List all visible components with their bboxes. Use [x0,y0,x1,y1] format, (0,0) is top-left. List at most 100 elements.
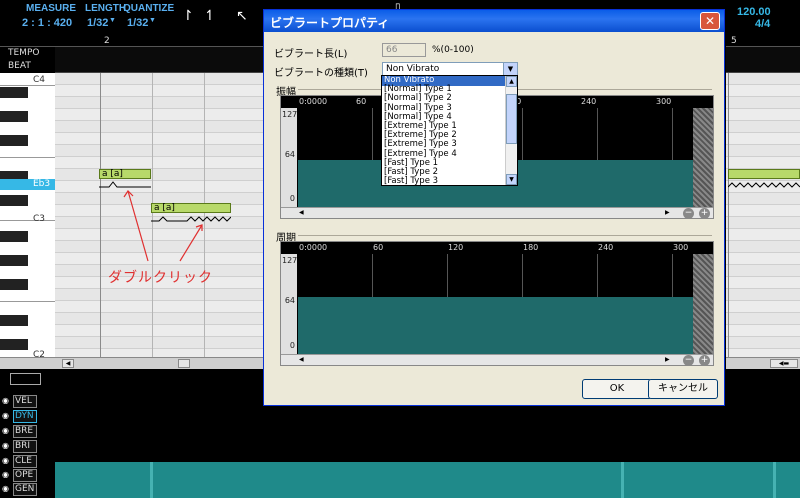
black-key[interactable] [0,135,28,146]
length-label: LENGTH [85,3,127,14]
control-item-ope[interactable]: ◉ OPE [2,469,52,483]
control-item-gen[interactable]: ◉ GEN [2,483,52,497]
scroll-up-icon[interactable]: ▲ [506,76,517,87]
black-key[interactable] [0,111,28,122]
pencil-tool-icon[interactable]: ↾ [182,8,194,24]
arrow-tool-icon[interactable]: ↖ [236,8,248,24]
eye-icon[interactable]: ◉ [2,427,11,435]
eye-icon[interactable]: ◉ [2,412,11,420]
key-label-c2: C2 [33,350,46,357]
dialog-titlebar[interactable]: ビブラートプロパティ ✕ [264,10,724,32]
black-key[interactable] [0,279,28,290]
quantize-dropdown[interactable]: 1/32 [127,17,148,29]
black-key[interactable] [0,195,28,206]
scroll-right-icon[interactable]: ▶ [665,356,670,363]
tempo-value: 120.00 [737,6,771,18]
control-label[interactable]: CLE [13,455,37,468]
vibrato-length-input[interactable]: 66 [382,43,426,57]
curve-marker [150,462,153,498]
eye-icon[interactable]: ◉ [2,397,11,405]
control-item-cle[interactable]: ◉ CLE [2,455,52,469]
graph-tick: 120 [448,243,464,252]
control-item-bre[interactable]: ◉ BRE [2,425,52,439]
chevron-down-icon[interactable]: ▼ [109,17,116,24]
control-label[interactable]: DYN [13,410,37,423]
graph-limit-area [693,108,713,207]
dropdown-scrollbar[interactable]: ▲ ▼ [505,76,517,185]
key-divider [0,157,55,158]
vibrato-properties-dialog: ビブラートプロパティ ✕ ビブラート長(L) 66 %(0-100) ビブラート… [263,9,725,406]
key-eb3-highlight[interactable]: Eb3 [0,179,55,190]
bar-number: 2 [104,36,110,46]
zoom-out-icon[interactable]: − [683,355,694,366]
graph-tick: 300 [656,97,672,106]
curve-marker [773,462,776,498]
scroll-left-icon[interactable]: ◀ [299,209,304,216]
eye-icon[interactable]: ◉ [2,457,11,465]
y-label: 0 [282,341,296,350]
black-key[interactable] [0,231,28,242]
dynamics-curve[interactable] [55,462,800,498]
control-item-bri[interactable]: ◉ BRI [2,440,52,454]
control-label[interactable]: BRI [13,440,37,453]
control-item-vel[interactable]: ◉ VEL [2,395,52,409]
ok-button[interactable]: OK [582,379,652,399]
scroll-right-icon[interactable]: ▶ [665,209,670,216]
key-divider [0,220,55,221]
graph-scrollbar[interactable]: ◀ ▶ − + [281,207,713,219]
graph-tick: 60 [373,243,384,252]
eye-icon[interactable]: ◉ [2,442,11,450]
period-graph[interactable]: 0:0000 60 120 180 240 300 127 64 0 ◀ ▶ −… [280,241,714,366]
graph-origin: 0:0000 [299,97,328,106]
measure-label: MEASURE [26,3,77,14]
period-fill[interactable] [298,297,693,354]
chevron-down-icon[interactable]: ▼ [149,17,156,24]
annotation-text: ダブルクリック [108,270,213,286]
zoom-in-icon[interactable]: + [699,355,710,366]
graph-scrollbar[interactable]: ◀ ▶ − + [281,354,713,366]
dropdown-option[interactable]: [Fast] Type 3 [382,176,506,185]
graph-origin: 0:0000 [299,243,328,252]
black-key[interactable] [0,87,28,98]
zoom-out-icon[interactable]: − [683,208,694,219]
beat-track-label: BEAT [8,61,31,71]
curve-marker [621,462,624,498]
graph-tick: 300 [673,243,689,252]
quantize-label: QUANTIZE [123,3,175,14]
scroll-left-icon[interactable]: ◀ [62,359,74,368]
close-button[interactable]: ✕ [700,12,720,30]
y-label: 64 [282,150,296,159]
key-divider [0,301,55,302]
measure-value: 2 : 1 : 420 [22,17,73,29]
black-key[interactable] [0,315,28,326]
control-item-dyn[interactable]: ◉ DYN [2,410,52,424]
zoom-in-icon[interactable]: + [699,208,710,219]
graph-limit-area [693,254,713,354]
control-label[interactable]: OPE [13,469,37,482]
black-key[interactable] [0,339,28,350]
black-key[interactable] [0,255,28,266]
scroll-left-icon[interactable]: ◀ [299,356,304,363]
scroll-thumb[interactable] [506,94,517,144]
control-label[interactable]: VEL [13,395,37,408]
eye-icon[interactable]: ◉ [2,471,11,479]
vibrato-type-value: Non Vibrato [386,64,440,74]
cancel-button[interactable]: キャンセル [648,379,718,399]
scroll-thumb[interactable] [178,359,190,368]
key-divider [0,85,55,86]
scroll-down-icon[interactable]: ▼ [506,174,517,185]
piano-keyboard[interactable]: C4 Eb3 C3 C2 [0,73,55,357]
graph-tick: 60 [356,97,367,106]
dialog-title: ビブラートプロパティ [270,16,390,30]
vibrato-length-range: %(0-100) [432,45,474,55]
eraser-tool-icon[interactable]: ↿ [204,8,216,24]
control-label[interactable]: GEN [13,483,37,496]
zoom-slider[interactable]: ◀▬ [770,359,798,368]
bar-number: 5 [731,36,737,46]
control-value-box[interactable] [10,373,41,385]
eye-icon[interactable]: ◉ [2,485,11,493]
vibrato-type-dropdown-list[interactable]: Non Vibrato [Normal] Type 1 [Normal] Typ… [381,75,518,186]
length-dropdown[interactable]: 1/32 [87,17,108,29]
control-label[interactable]: BRE [13,425,37,438]
key-label-c3: C3 [33,214,46,224]
